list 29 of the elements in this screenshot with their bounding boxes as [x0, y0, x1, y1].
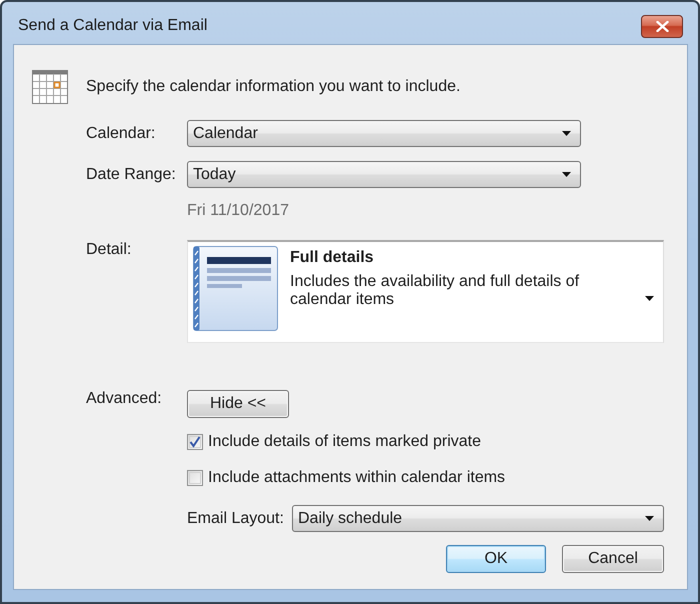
- checkbox[interactable]: [187, 434, 203, 450]
- detail-dropdown[interactable]: Full details Includes the availability and full details of calendar items: [187, 240, 664, 343]
- checkbox-label: Include attachments within calendar items: [208, 469, 506, 487]
- field-label: Detail:: [86, 241, 132, 259]
- detail-title: Full details: [290, 249, 375, 267]
- ok-button[interactable]: OK: [446, 545, 546, 573]
- date-text: Fri 11/10/2017: [187, 202, 289, 220]
- instruction-text: Specify the calendar information you want to include.: [86, 78, 460, 96]
- date-range-dropdown[interactable]: Today: [187, 161, 581, 188]
- window-title: Send a Calendar via Email: [18, 16, 208, 35]
- checkbox[interactable]: [187, 470, 203, 486]
- checkbox-label: Include details of items marked private: [208, 433, 482, 451]
- field-label: Calendar:: [86, 124, 156, 142]
- close-icon: [656, 20, 668, 32]
- caret-icon: [645, 516, 654, 521]
- calendar-dropdown[interactable]: Calendar: [187, 120, 581, 147]
- caret-icon: [562, 172, 571, 177]
- detail-description: Includes the availability and full details of calendar items: [290, 273, 580, 309]
- caret-icon: [645, 296, 654, 300]
- field-label: Email Layout:: [187, 510, 284, 528]
- field-label: Advanced:: [86, 390, 162, 408]
- field-label: Date Range:: [86, 166, 176, 184]
- calendar-icon: [32, 70, 68, 104]
- email-layout-dropdown[interactable]: Daily schedule: [292, 505, 664, 532]
- hide-button[interactable]: Hide <<: [187, 390, 289, 418]
- cancel-button[interactable]: Cancel: [562, 545, 664, 573]
- caret-icon: [562, 131, 571, 136]
- close-button[interactable]: [641, 14, 683, 38]
- details-preview-icon: [193, 246, 278, 331]
